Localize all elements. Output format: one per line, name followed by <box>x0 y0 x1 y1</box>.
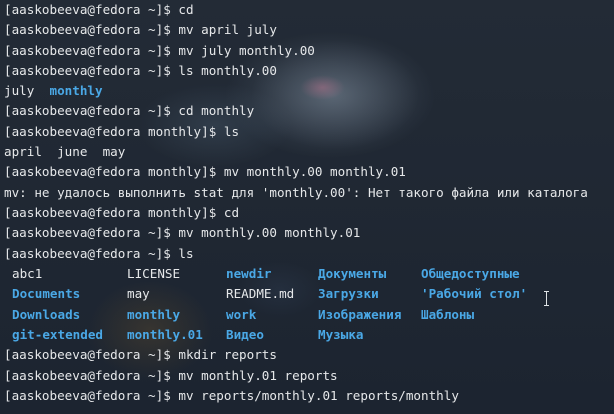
shell-command: cd monthly <box>178 103 255 119</box>
directory-entry: Документы <box>318 265 387 281</box>
ibeam-cursor-icon <box>543 291 551 307</box>
shell-command: ls <box>178 245 194 261</box>
directory-entry: monthly.01 <box>127 327 203 343</box>
directory-entry: git-extended <box>12 327 103 343</box>
terminal-command-line: [aaskobeeva@fedora ~]$ cd <box>4 0 614 20</box>
ls-output-row: Downloads monthly work Изображения Шаблоны <box>4 305 614 325</box>
shell-command: mv april july <box>178 22 277 38</box>
ls-output-row: git-extended monthly.01 Видео Музыка <box>4 325 614 345</box>
file-entry: abc1 <box>12 265 43 281</box>
directory-entry: Downloads <box>12 306 81 322</box>
error-message: mv: не удалось выполнить stat для 'month… <box>4 184 588 200</box>
terminal-command-line: [aaskobeeva@fedora ~]$ ls monthly.00 <box>4 61 614 81</box>
terminal-command-line: [aaskobeeva@fedora monthly]$ ls <box>4 122 614 142</box>
directory-entry: monthly <box>49 83 103 99</box>
terminal-command-line: [aaskobeeva@fedora ~]$ mv monthly.00 mon… <box>4 223 614 243</box>
shell-command: ls <box>223 123 240 139</box>
shell-command: mkdir reports <box>178 347 277 363</box>
terminal-command-line: [aaskobeeva@fedora ~]$ mv april july <box>4 20 614 40</box>
file-entry: may <box>127 286 150 302</box>
directory-entry: Шаблоны <box>421 306 475 322</box>
shell-prompt: [aaskobeeva@fedora ~]$ <box>4 245 179 261</box>
file-entry: july <box>4 83 35 99</box>
shell-prompt: [aaskobeeva@fedora monthly]$ <box>4 123 224 139</box>
directory-entry: newdir <box>226 265 272 281</box>
terminal-command-line: [aaskobeeva@fedora ~]$ ls <box>4 244 614 264</box>
directory-entry: 'Рабочий стол' <box>421 286 528 302</box>
terminal-command-line: [aaskobeeva@fedora ~]$ mv july monthly.0… <box>4 41 614 61</box>
shell-prompt: [aaskobeeva@fedora monthly]$ <box>4 204 224 220</box>
directory-entry: work <box>226 306 257 322</box>
command-output: april june may <box>4 144 126 160</box>
terminal-command-line: [aaskobeeva@fedora ~]$ cd monthly <box>4 101 614 121</box>
shell-command: mv monthly.01 reports <box>178 367 338 383</box>
terminal-command-line: [aaskobeeva@fedora ~]$ mkdir reports <box>4 345 614 365</box>
shell-command: cd <box>178 2 194 17</box>
shell-prompt: [aaskobeeva@fedora ~]$ <box>4 2 179 17</box>
shell-command: mv july monthly.00 <box>178 42 315 58</box>
shell-prompt: [aaskobeeva@fedora ~]$ <box>4 347 179 363</box>
file-entry: README.md <box>226 286 295 302</box>
command-output: july monthly <box>4 81 614 101</box>
directory-entry: Музыка <box>318 327 364 343</box>
ls-output-row: abc1 LICENSE newdir Документы Общедоступные <box>4 264 614 284</box>
ls-output-row: Documents may README.md Загрузки 'Рабочий ст… <box>4 284 614 304</box>
terminal-command-line: [aaskobeeva@fedora ~]$ mv reports/monthl… <box>4 386 614 406</box>
file-entry: LICENSE <box>127 265 181 281</box>
directory-entry: Загрузки <box>318 286 379 302</box>
shell-command: ls monthly.00 <box>178 62 277 78</box>
shell-prompt: [aaskobeeva@fedora ~]$ <box>4 42 179 58</box>
shell-prompt: [aaskobeeva@fedora ~]$ <box>4 22 179 38</box>
terminal-output[interactable]: [aaskobeeva@fedora ~]$ cd [aaskobeeva@fed… <box>0 0 614 414</box>
shell-prompt: [aaskobeeva@fedora monthly]$ <box>4 164 224 180</box>
terminal-command-line: [aaskobeeva@fedora ~]$ mv monthly.01 rep… <box>4 366 614 386</box>
shell-command: mv monthly.00 monthly.01 <box>178 225 361 241</box>
directory-entry: Видео <box>226 327 264 343</box>
directory-entry: Изображения <box>318 306 402 322</box>
shell-prompt: [aaskobeeva@fedora ~]$ <box>4 367 179 383</box>
shell-prompt: [aaskobeeva@fedora ~]$ <box>4 62 179 78</box>
directory-entry: Documents <box>12 286 81 302</box>
shell-command: mv reports/monthly.01 reports/monthly <box>178 388 459 404</box>
directory-entry: Общедоступные <box>421 265 520 281</box>
shell-prompt: [aaskobeeva@fedora ~]$ <box>4 103 179 119</box>
terminal-command-line: [aaskobeeva@fedora monthly]$ mv monthly.… <box>4 162 614 182</box>
directory-entry: monthly <box>127 306 181 322</box>
shell-prompt: [aaskobeeva@fedora ~]$ <box>4 388 179 404</box>
shell-prompt: [aaskobeeva@fedora ~]$ <box>4 225 179 241</box>
shell-command: cd <box>223 204 240 220</box>
shell-command: mv monthly.00 monthly.01 <box>223 164 406 180</box>
terminal-command-line: [aaskobeeva@fedora monthly]$ cd <box>4 203 614 223</box>
